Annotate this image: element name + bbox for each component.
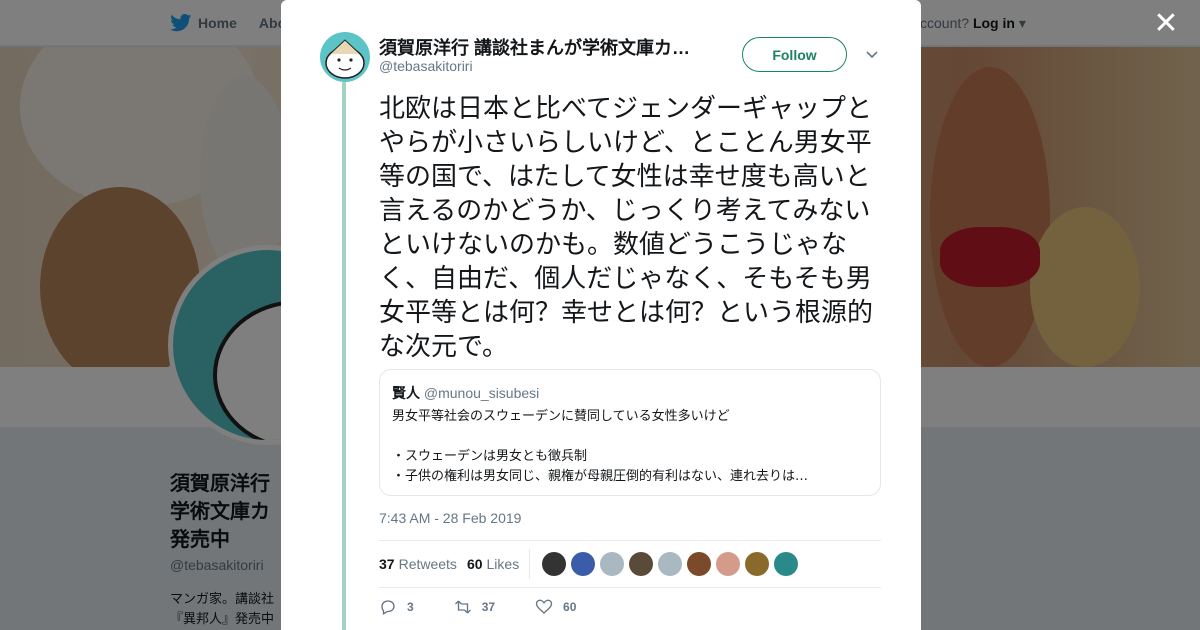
reply-icon — [381, 600, 395, 615]
tweet-stats: 37 Retweets 60 Likes — [379, 540, 881, 588]
tweet-modal: 須賀原洋行 講談社まんが学術文庫カ… @tebasakitoriri Follo… — [281, 0, 921, 630]
likes-stat[interactable]: 60 Likes — [467, 556, 519, 572]
stats-divider — [529, 549, 531, 579]
thread-line — [342, 82, 346, 630]
liker-avatar[interactable] — [629, 552, 654, 576]
author-avatar[interactable] — [320, 32, 370, 82]
tweet-timestamp[interactable]: 7:43 AM - 28 Feb 2019 — [379, 510, 521, 526]
quoted-tweet[interactable]: 賢人 @munou_sisubesi 男女平等社会のスウェーデンに賛同している女… — [379, 369, 881, 496]
quote-author-name: 賢人 — [392, 385, 420, 401]
liker-avatar[interactable] — [571, 552, 596, 576]
retweets-stat[interactable]: 37 Retweets — [379, 556, 457, 572]
reply-count: 3 — [407, 600, 414, 614]
retweet-action[interactable]: 37 — [454, 598, 495, 616]
retweet-count: 37 — [481, 600, 496, 614]
liker-avatar[interactable] — [658, 552, 683, 576]
avatar-face-icon — [325, 39, 365, 79]
quote-text: 男女平等社会のスウェーデンに賛同している女性多いけど ・スウェーデンは男女とも徴… — [392, 409, 809, 484]
author-name[interactable]: 須賀原洋行 講談社まんが学術文庫カ… — [379, 34, 699, 60]
retweets-label: Retweets — [398, 556, 457, 572]
liker-avatar[interactable] — [542, 552, 567, 576]
follow-button[interactable]: Follow — [742, 37, 847, 72]
likes-label: Likes — [486, 556, 520, 572]
likes-count: 60 — [466, 556, 483, 572]
liker-avatar[interactable] — [774, 552, 799, 576]
tweet-actions: 3 37 60 — [379, 598, 616, 616]
liker-avatar[interactable] — [745, 552, 770, 576]
liker-avatars — [542, 552, 799, 576]
close-icon[interactable]: ✕ — [1152, 9, 1180, 39]
like-action[interactable]: 60 — [535, 598, 576, 616]
liker-avatar[interactable] — [687, 552, 712, 576]
liker-avatar[interactable] — [716, 552, 741, 576]
liker-avatar[interactable] — [600, 552, 625, 576]
heart-icon — [535, 599, 553, 614]
reply-action[interactable]: 3 — [379, 598, 414, 616]
retweets-count: 37 — [379, 556, 395, 572]
tweet-text: 北欧は日本と比べてジェンダーギャップとやらが小さいらしいけど、とことん男女平等の… — [379, 94, 874, 362]
retweet-icon — [454, 600, 471, 614]
like-count: 60 — [563, 600, 577, 614]
quote-header: 賢人 @munou_sisubesi — [392, 383, 868, 403]
author-handle[interactable]: @tebasakitoriri — [379, 58, 473, 74]
quote-author-handle: @munou_sisubesi — [423, 385, 540, 401]
chevron-down-icon[interactable] — [864, 46, 880, 62]
